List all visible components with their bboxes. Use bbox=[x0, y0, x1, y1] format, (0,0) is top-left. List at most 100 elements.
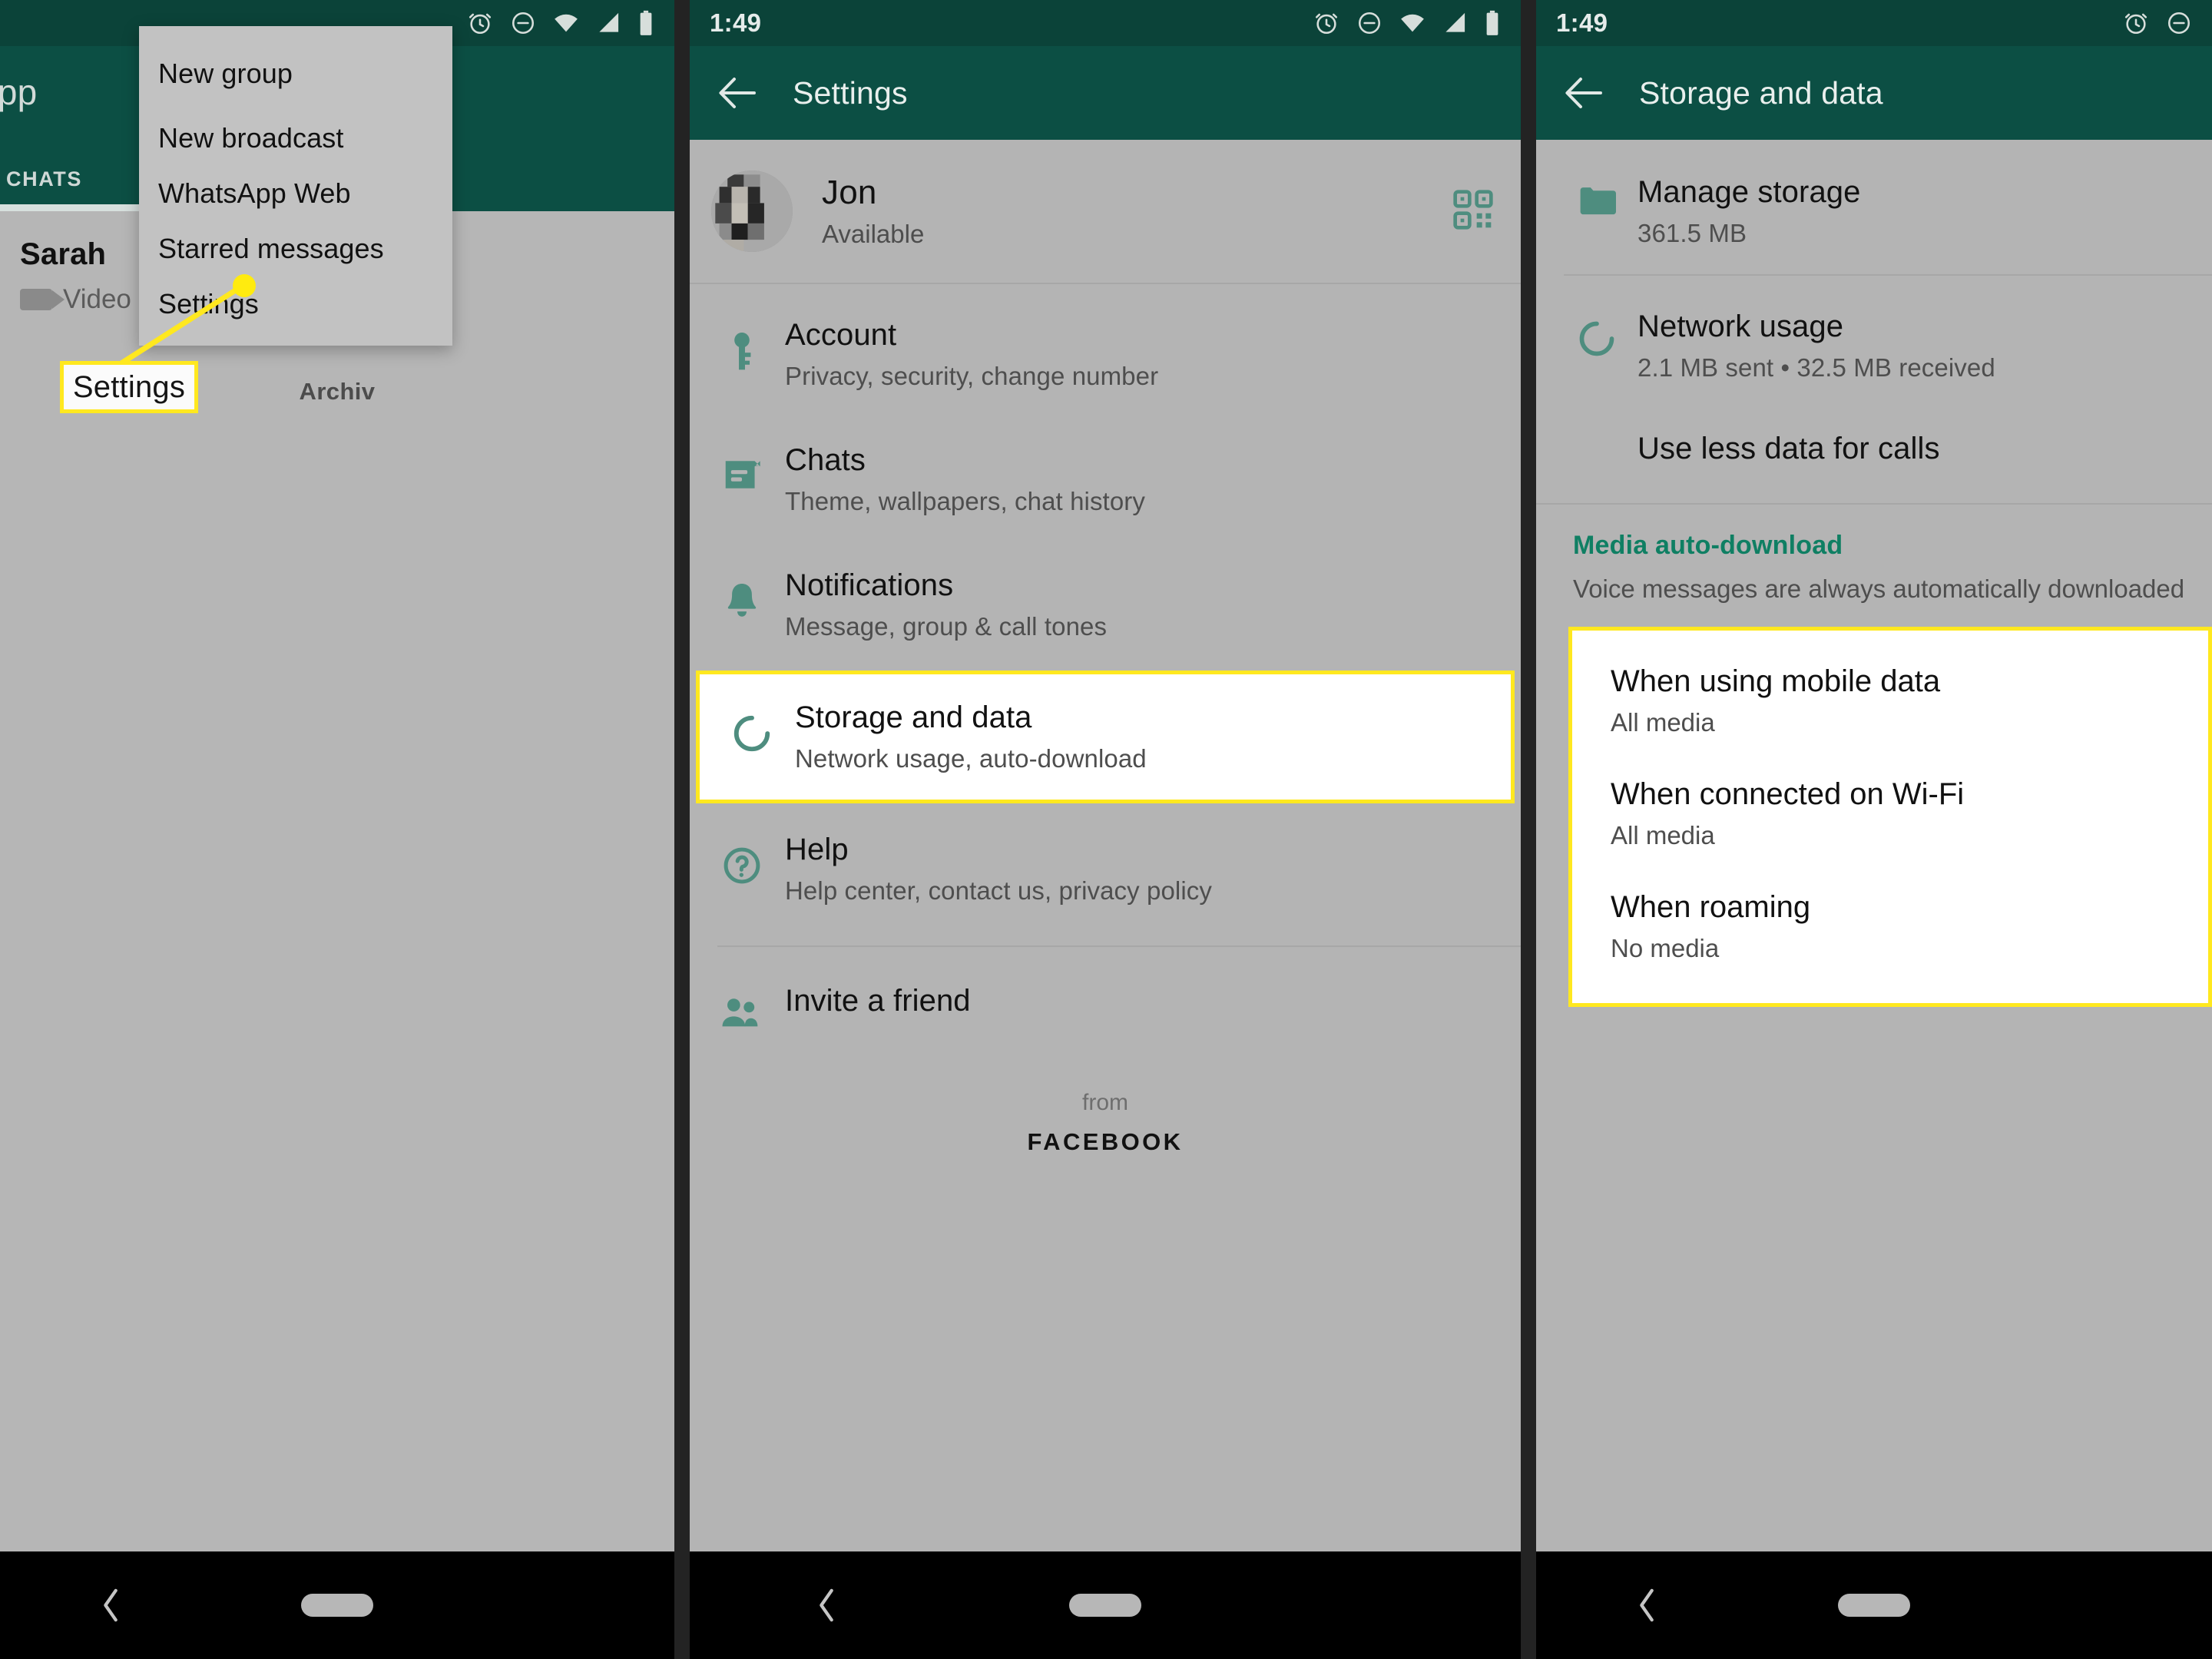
page-title: Storage and data bbox=[1639, 75, 1883, 111]
nav-back-button[interactable] bbox=[690, 1588, 964, 1623]
app-bar-3: Storage and data bbox=[1536, 46, 2212, 140]
settings-row-notifications[interactable]: Notifications Message, group & call tone… bbox=[690, 542, 1521, 667]
key-icon bbox=[713, 318, 771, 373]
panel-settings: 1:49 Settings Jon Available Account Priv… bbox=[690, 0, 1521, 1659]
help-icon bbox=[713, 833, 771, 886]
folder-icon bbox=[1570, 175, 1624, 217]
back-arrow-icon[interactable] bbox=[1562, 71, 1605, 114]
people-icon bbox=[713, 984, 771, 1030]
panel-storage-and-data: 1:49 Storage and data Manage storage 361… bbox=[1536, 0, 2212, 1659]
auto-download-options-box: When using mobile data All media When co… bbox=[1568, 627, 2212, 1008]
nav-home-pill[interactable] bbox=[964, 1594, 1247, 1617]
android-nav-bar-3 bbox=[1536, 1551, 2212, 1659]
option-when-roaming[interactable]: When roaming No media bbox=[1572, 870, 2208, 983]
row-title: Chats bbox=[785, 443, 866, 477]
row-title: Network usage bbox=[1637, 310, 1844, 343]
panel-chat-list: App CHATS S Sarah Video Archiv bbox=[0, 0, 674, 1659]
option-title: When connected on Wi-Fi bbox=[1611, 777, 1965, 812]
settings-row-invite-a-friend[interactable]: Invite a friend bbox=[690, 947, 1521, 1056]
row-title: Use less data for calls bbox=[1637, 432, 1940, 465]
media-auto-download-section: Media auto-download Voice messages are a… bbox=[1536, 505, 2212, 605]
profile-status: Available bbox=[822, 220, 925, 248]
row-subtitle: Privacy, security, change number bbox=[785, 362, 1159, 390]
option-when-connected-on-wifi[interactable]: When connected on Wi-Fi All media bbox=[1572, 757, 2208, 870]
storage-row-use-less-data-for-calls[interactable]: Use less data for calls bbox=[1536, 409, 2212, 503]
row-text: Use less data for calls bbox=[1637, 432, 1940, 466]
row-subtitle: Help center, contact us, privacy policy bbox=[785, 876, 1212, 905]
footer-brand: from FACEBOOK bbox=[690, 1090, 1521, 1156]
settings-row-text: Invite a friend bbox=[785, 984, 971, 1018]
row-subtitle: 361.5 MB bbox=[1637, 219, 1747, 247]
storage-row-network-usage[interactable]: Network usage 2.1 MB sent • 32.5 MB rece… bbox=[1536, 276, 2212, 409]
row-text: Manage storage 361.5 MB bbox=[1637, 175, 1860, 248]
nav-home-pill[interactable] bbox=[1759, 1594, 1988, 1617]
row-title: Notifications bbox=[785, 568, 954, 602]
row-title: Storage and data bbox=[795, 700, 1032, 734]
wifi-icon bbox=[1401, 14, 1424, 32]
callout-label: Settings bbox=[72, 369, 186, 404]
app-bar-2: Settings bbox=[690, 46, 1521, 140]
section-subtext: Voice messages are always automatically … bbox=[1573, 575, 2185, 603]
status-bar-3: 1:49 bbox=[1536, 0, 2212, 46]
chat-bubble-icon bbox=[713, 443, 771, 494]
data-usage-icon bbox=[723, 700, 781, 754]
option-when-using-mobile-data[interactable]: When using mobile data All media bbox=[1572, 644, 2208, 757]
settings-row-storage-and-data[interactable]: Storage and data Network usage, auto-dow… bbox=[696, 671, 1515, 803]
network-usage-icon bbox=[1570, 310, 1624, 359]
callout-leader-line bbox=[114, 283, 244, 369]
settings-row-text: Chats Theme, wallpapers, chat history bbox=[785, 443, 1145, 516]
blank-icon-slot bbox=[1570, 432, 1624, 441]
option-value: No media bbox=[1611, 934, 1720, 963]
battery-icon bbox=[1486, 10, 1498, 35]
row-text: Network usage 2.1 MB sent • 32.5 MB rece… bbox=[1637, 310, 1995, 382]
profile-row[interactable]: Jon Available bbox=[690, 140, 1521, 283]
row-title: Account bbox=[785, 318, 897, 352]
row-title: Manage storage bbox=[1637, 175, 1861, 209]
signal-icon bbox=[1445, 12, 1465, 32]
option-title: When roaming bbox=[1611, 890, 1811, 925]
nav-back-button[interactable] bbox=[1536, 1588, 1759, 1623]
row-title: Help bbox=[785, 833, 849, 866]
status-icons bbox=[1313, 10, 1501, 36]
settings-row-chats[interactable]: Chats Theme, wallpapers, chat history bbox=[690, 417, 1521, 542]
alarm-icon bbox=[2124, 13, 2147, 35]
profile-name: Jon bbox=[822, 174, 877, 211]
dnd-icon bbox=[1358, 12, 1381, 35]
row-subtitle: Message, group & call tones bbox=[785, 612, 1108, 641]
footer-from-label: from bbox=[1082, 1090, 1128, 1115]
avatar[interactable] bbox=[711, 171, 793, 252]
settings-row-text: Account Privacy, security, change number bbox=[785, 318, 1158, 391]
callout-dot bbox=[233, 274, 256, 297]
alarm-icon bbox=[1315, 13, 1338, 35]
status-bar-2: 1:49 bbox=[690, 0, 1521, 46]
avatar-pixelated-image bbox=[711, 171, 793, 252]
qr-code-icon[interactable] bbox=[1452, 188, 1495, 235]
section-heading: Media auto-download bbox=[1573, 531, 1843, 560]
status-clock: 1:49 bbox=[1556, 8, 1608, 37]
storage-row-manage-storage[interactable]: Manage storage 361.5 MB bbox=[1536, 140, 2212, 274]
option-title: When using mobile data bbox=[1611, 664, 1941, 699]
option-value: All media bbox=[1611, 708, 1715, 737]
bell-icon bbox=[713, 568, 771, 622]
settings-row-help[interactable]: Help Help center, contact us, privacy po… bbox=[690, 806, 1521, 932]
status-clock: 1:49 bbox=[710, 8, 762, 37]
row-title: Invite a friend bbox=[785, 984, 971, 1018]
screenshot-stage: App CHATS S Sarah Video Archiv bbox=[0, 0, 2212, 1659]
option-value: All media bbox=[1611, 821, 1715, 850]
back-arrow-icon[interactable] bbox=[716, 71, 759, 114]
page-title: Settings bbox=[793, 75, 908, 111]
android-nav-bar-2 bbox=[690, 1551, 1521, 1659]
dnd-icon bbox=[2167, 12, 2190, 35]
profile-info: Jon Available bbox=[822, 174, 924, 249]
footer-brand-name: FACEBOOK bbox=[1027, 1128, 1184, 1155]
settings-row-account[interactable]: Account Privacy, security, change number bbox=[690, 284, 1521, 417]
row-subtitle: Theme, wallpapers, chat history bbox=[785, 487, 1145, 515]
status-icons bbox=[2123, 10, 2192, 36]
settings-row-text: Notifications Message, group & call tone… bbox=[785, 568, 1107, 641]
settings-row-text: Storage and data Network usage, auto-dow… bbox=[795, 700, 1147, 773]
panel-divider-2 bbox=[1521, 0, 1536, 1659]
settings-row-text: Help Help center, contact us, privacy po… bbox=[785, 833, 1212, 906]
panel-divider-1 bbox=[674, 0, 690, 1659]
callout-label-box: Settings bbox=[60, 361, 198, 413]
row-subtitle: 2.1 MB sent • 32.5 MB received bbox=[1637, 353, 1995, 382]
